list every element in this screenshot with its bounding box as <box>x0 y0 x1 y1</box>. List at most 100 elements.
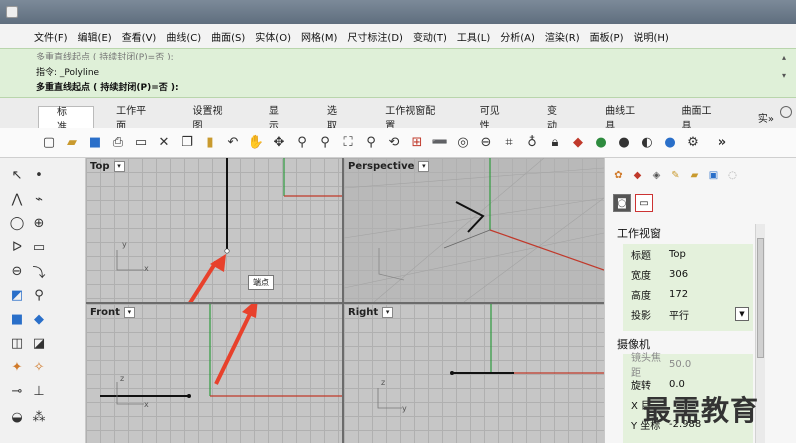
tab-set-view[interactable]: 设置视图 <box>175 106 247 132</box>
copy-icon[interactable]: ❐ <box>178 134 196 152</box>
print-icon[interactable]: ⎙ <box>109 134 127 152</box>
viewport-label-right[interactable]: Right ▾ <box>348 307 394 318</box>
menu-file[interactable]: 文件(F) <box>34 29 68 44</box>
menu-help[interactable]: 说明(H) <box>634 29 669 44</box>
tab-transform[interactable]: 变动 <box>529 106 583 132</box>
menu-transform[interactable]: 变动(T) <box>413 29 447 44</box>
save-icon[interactable]: ■ <box>86 134 104 152</box>
lock-icon[interactable]: 🔒︎ <box>546 134 564 152</box>
boolean-icon[interactable]: ✧ <box>30 358 48 376</box>
prop-value-width[interactable]: 306 <box>663 269 753 280</box>
zoom-icon[interactable]: ⚲ <box>293 134 311 152</box>
app-icon[interactable] <box>6 6 18 18</box>
prop-value-title[interactable]: Top <box>663 249 753 260</box>
viewport-perspective[interactable]: Perspective ▾ <box>344 158 604 302</box>
camera-icon[interactable]: ◙ <box>613 194 631 212</box>
open-file-icon[interactable]: ▰ <box>63 134 81 152</box>
render-icon[interactable]: ● <box>615 134 633 152</box>
tab-scroll-icon[interactable] <box>780 106 792 118</box>
viewport-label-top[interactable]: Top ▾ <box>90 161 125 172</box>
viewport-right[interactable]: Right ▾ z y <box>344 304 604 443</box>
light-icon[interactable]: ♁ <box>523 134 541 152</box>
curve-icon[interactable]: ⌁ <box>30 190 48 208</box>
menu-edit[interactable]: 编辑(E) <box>78 29 112 44</box>
polyline-icon[interactable]: ⋀ <box>8 190 26 208</box>
arc-icon[interactable]: ᐅ <box>8 238 26 256</box>
prop-value-height[interactable]: 172 <box>663 289 753 300</box>
paste-icon[interactable]: ▮ <box>201 134 219 152</box>
viewport-front[interactable]: Front ▾ z x <box>86 304 342 443</box>
zoom-selected-icon[interactable]: ⚲ <box>362 134 380 152</box>
command-scrollbar[interactable]: ▴ ▾ <box>782 53 790 93</box>
menu-curve[interactable]: 曲线(C) <box>166 29 201 44</box>
tab-display[interactable]: 显示 <box>251 106 305 132</box>
osnap-icon[interactable]: ⊖ <box>477 134 495 152</box>
viewport-menu-icon[interactable]: ▾ <box>418 161 430 172</box>
material-icon[interactable]: ● <box>592 134 610 152</box>
render-sphere-icon[interactable]: ● <box>661 134 679 152</box>
render-preview-icon[interactable]: ◐ <box>638 134 656 152</box>
curve-fillet-icon[interactable]: ⤵ <box>30 262 48 281</box>
four-view-icon[interactable]: ⊞ <box>408 134 426 152</box>
more-tab-icon[interactable]: ◌ <box>725 168 740 183</box>
new-file-icon[interactable]: ▢ <box>40 134 58 152</box>
edit-points-icon[interactable]: ⚲ <box>30 286 48 304</box>
object-icon[interactable]: ▭ <box>635 194 653 212</box>
cut-icon[interactable]: ✕ <box>155 134 173 152</box>
viewport-menu-icon[interactable]: ▾ <box>382 307 394 318</box>
point-icon[interactable]: • <box>30 166 48 184</box>
options-icon[interactable]: ⚙ <box>684 134 702 152</box>
menu-view[interactable]: 查看(V) <box>122 29 157 44</box>
circle-icon[interactable]: ◯ <box>8 214 26 232</box>
ellipse-icon[interactable]: ⊖ <box>8 262 26 280</box>
prop-value-lens[interactable]: 50.0 <box>663 359 753 370</box>
grid-snap-icon[interactable]: ◎ <box>454 134 472 152</box>
layer-icon[interactable]: ◆ <box>569 134 587 152</box>
pan-icon[interactable]: ✋ <box>247 134 265 152</box>
circle-center-icon[interactable]: ⊕ <box>30 214 48 232</box>
rotate-view-icon[interactable]: ⟲ <box>385 134 403 152</box>
viewport-label-perspective[interactable]: Perspective ▾ <box>348 161 430 172</box>
cplane-icon[interactable]: ➖ <box>431 134 449 152</box>
rectangle-icon[interactable]: ▭ <box>30 238 48 256</box>
dimension-icon[interactable]: ⊸ <box>8 382 26 400</box>
zoom-window-icon[interactable]: ⚲ <box>316 134 334 152</box>
properties-tab-icon[interactable]: ✿ <box>611 168 626 183</box>
analyze-icon[interactable]: ◒ <box>8 408 26 426</box>
tab-visibility[interactable]: 可见性 <box>462 106 525 132</box>
viewport-menu-icon[interactable]: ▾ <box>113 161 125 172</box>
zoom-extents-icon[interactable]: ⛶ <box>339 134 357 152</box>
viewport-menu-icon[interactable]: ▾ <box>123 307 135 318</box>
help-tab-icon[interactable]: ✎ <box>668 168 683 183</box>
prop-value-rotation[interactable]: 0.0 <box>663 379 753 390</box>
menu-surface[interactable]: 曲面(S) <box>211 29 245 44</box>
menu-solid[interactable]: 实体(O) <box>255 29 291 44</box>
folder-tab-icon[interactable]: ▰ <box>687 168 702 183</box>
command-prompt[interactable]: 多重直线起点 ( 持续封闭(P)=否 ): <box>36 80 179 93</box>
surface-icon[interactable]: ◩ <box>8 286 26 304</box>
move-view-icon[interactable]: ✥ <box>270 134 288 152</box>
tab-cplanes[interactable]: 工作平面 <box>98 106 170 132</box>
mesh-icon[interactable]: ◫ <box>8 334 26 352</box>
viewport-top[interactable]: Top ▾ y x 端点 <box>86 158 342 302</box>
toolbar-overflow-icon[interactable]: » <box>713 134 731 152</box>
menu-mesh[interactable]: 网格(M) <box>301 29 337 44</box>
properties-icon[interactable]: ▭ <box>132 134 150 152</box>
solid-edit-icon[interactable]: ◆ <box>30 310 48 328</box>
mesh-edit-icon[interactable]: ◪ <box>30 334 48 352</box>
panel-scroll-thumb[interactable] <box>757 238 764 358</box>
menu-tools[interactable]: 工具(L) <box>457 29 490 44</box>
align-icon[interactable]: ⊥ <box>30 382 48 400</box>
tab-viewport-layout[interactable]: 工作视窗配置 <box>367 106 458 132</box>
menu-render[interactable]: 渲染(R) <box>545 29 580 44</box>
tab-surface-tools[interactable]: 曲面工具 <box>664 106 736 132</box>
select-filter-icon[interactable]: ⌗ <box>500 134 518 152</box>
layers-tab-icon[interactable]: ◆ <box>630 168 645 183</box>
notes-tab-icon[interactable]: ▣ <box>706 168 721 183</box>
projection-dropdown-icon[interactable]: ▼ <box>735 307 749 321</box>
select-arrow-icon[interactable]: ↖ <box>8 166 26 184</box>
undo-icon[interactable]: ↶ <box>224 134 242 152</box>
menu-analyze[interactable]: 分析(A) <box>500 29 535 44</box>
tab-select[interactable]: 选取 <box>309 106 363 132</box>
transform-icon[interactable]: ✦ <box>8 358 26 376</box>
